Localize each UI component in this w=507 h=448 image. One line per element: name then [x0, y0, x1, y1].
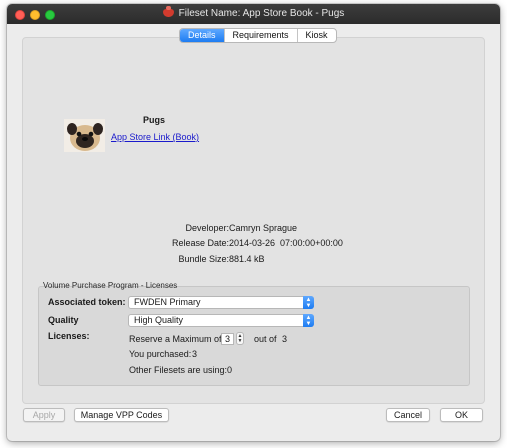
tab-kiosk[interactable]: Kiosk — [298, 29, 336, 42]
developer-label: Developer: — [185, 223, 229, 233]
select-arrows-icon: ▲ ▼ — [303, 296, 314, 309]
other-filesets-value: 0 — [227, 365, 233, 375]
apply-button[interactable]: Apply — [23, 408, 65, 422]
reserve-total: 3 — [282, 334, 288, 344]
ok-button[interactable]: OK — [440, 408, 483, 422]
purchased-text: You purchased: — [129, 349, 192, 359]
reserve-maximum-input[interactable]: 3 — [221, 333, 234, 345]
reserve-suffix-text: out of — [254, 334, 277, 344]
quality-label: Quality — [48, 315, 79, 325]
purchased-value: 3 — [192, 349, 198, 359]
bundle-size-label: Bundle Size: — [178, 254, 229, 264]
title-bar[interactable]: Fileset Name: App Store Book - Pugs — [7, 4, 500, 24]
window-title: Fileset Name: App Store Book - Pugs — [178, 8, 345, 19]
quality-value: High Quality — [134, 315, 184, 325]
window-title-group: Fileset Name: App Store Book - Pugs — [7, 6, 500, 19]
app-store-link[interactable]: App Store Link (Book) — [111, 132, 199, 142]
associated-token-select[interactable]: FWDEN Primary ▲ ▼ — [128, 296, 314, 309]
reserve-prefix-text: Reserve a Maximum of — [129, 334, 222, 344]
quality-select[interactable]: High Quality ▲ ▼ — [128, 314, 314, 327]
cancel-button[interactable]: Cancel — [386, 408, 430, 422]
app-thumbnail — [64, 119, 105, 152]
tab-bar: Details Requirements Kiosk — [179, 28, 337, 43]
app-cap-icon — [162, 6, 174, 17]
licenses-label: Licenses: — [48, 331, 90, 341]
select-arrows-icon: ▲ ▼ — [303, 314, 314, 327]
tab-requirements[interactable]: Requirements — [225, 29, 298, 42]
associated-token-value: FWDEN Primary — [134, 297, 201, 307]
other-filesets-text: Other Filesets are using: — [129, 365, 228, 375]
tab-details[interactable]: Details — [180, 29, 225, 42]
fileset-window: Fileset Name: App Store Book - Pugs Deta… — [7, 4, 500, 441]
associated-token-label: Associated token: — [48, 297, 126, 307]
reserve-stepper[interactable]: ▲ ▼ — [236, 332, 244, 345]
release-date-label: Release Date: — [171, 238, 229, 248]
release-date-value: 2014-03-26 07:00:00+00:00 — [229, 238, 343, 248]
manage-vpp-codes-button[interactable]: Manage VPP Codes — [74, 408, 169, 422]
vpp-section-title: Volume Purchase Program - Licenses — [43, 281, 178, 290]
app-name: Pugs — [143, 115, 166, 125]
developer-value: Camryn Sprague — [229, 223, 298, 233]
bundle-size-value: 881.4 kB — [229, 254, 265, 264]
